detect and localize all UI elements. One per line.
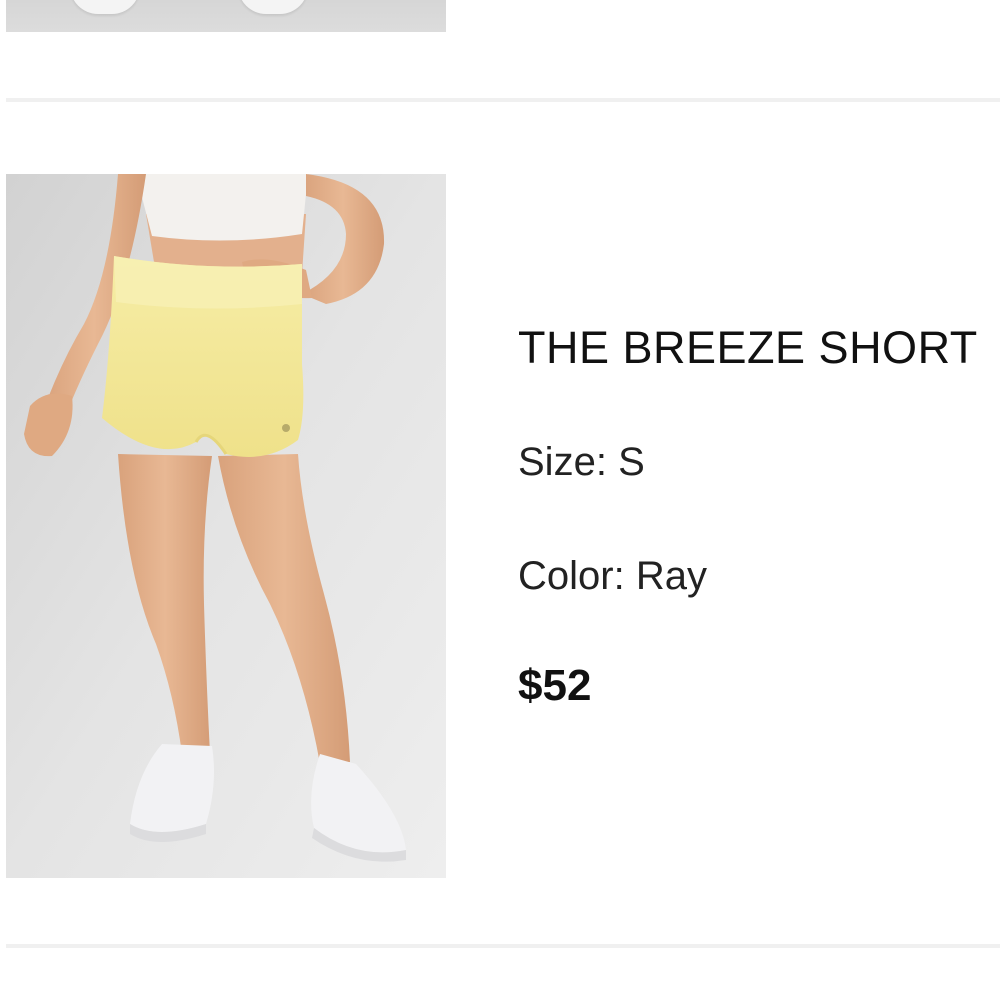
item-divider bbox=[6, 944, 1000, 948]
product-price: $52 bbox=[518, 661, 592, 710]
color-label: Color: bbox=[518, 554, 625, 598]
sneaker-left bbox=[70, 0, 140, 14]
cart-list: THE BREEZE SHORT Size: S Color: Ray $52 bbox=[0, 0, 1000, 1000]
size-label: Size: bbox=[518, 440, 607, 484]
color-value: Ray bbox=[635, 554, 707, 598]
product-size: Size: S bbox=[518, 438, 1000, 486]
previous-product-image[interactable] bbox=[6, 0, 446, 32]
size-value: S bbox=[618, 440, 645, 484]
product-photo-illustration bbox=[6, 174, 446, 878]
product-color: Color: Ray bbox=[518, 552, 1000, 600]
product-name[interactable]: THE BREEZE SHORT bbox=[518, 320, 1000, 376]
product-details: THE BREEZE SHORT Size: S Color: Ray $52 bbox=[518, 320, 1000, 712]
sneaker-right bbox=[238, 0, 308, 14]
product-image[interactable] bbox=[6, 174, 446, 878]
item-divider bbox=[6, 98, 1000, 102]
